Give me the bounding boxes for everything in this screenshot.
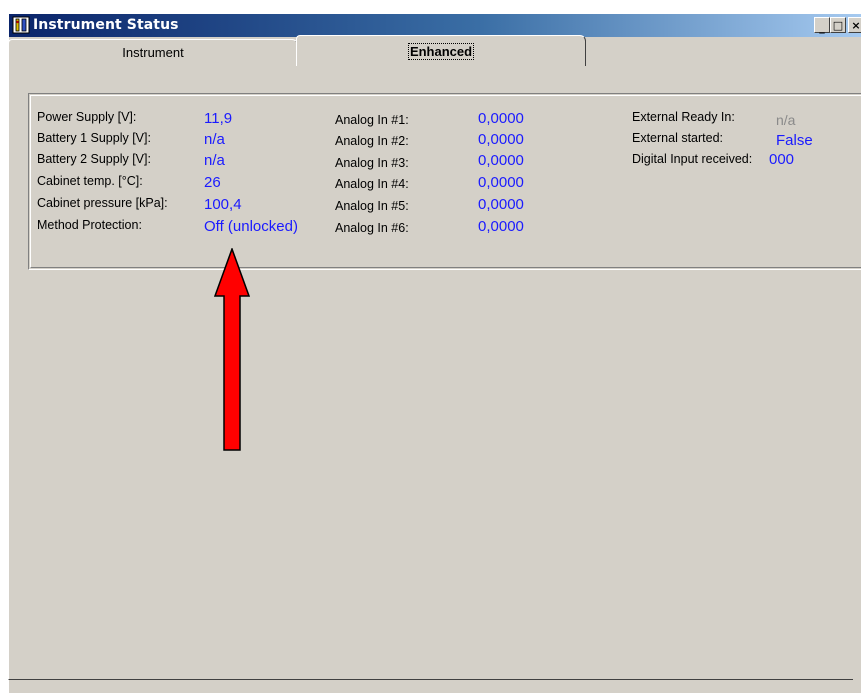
window-title: Instrument Status xyxy=(33,17,179,33)
analog-in-4-label: Analog In #4: xyxy=(335,177,409,191)
maximize-icon: □ xyxy=(832,18,844,32)
digital-input-label: Digital Input received: xyxy=(632,152,753,166)
external-ready-label: External Ready In: xyxy=(632,110,735,124)
status-panel xyxy=(28,93,861,270)
external-started-label: External started: xyxy=(632,131,724,145)
battery2-supply-value: n/a xyxy=(204,152,225,169)
cabinet-pressure-label: Cabinet pressure [kPa]: xyxy=(37,196,168,210)
battery2-supply-label: Battery 2 Supply [V]: xyxy=(37,152,151,166)
digital-input-value: 000 xyxy=(769,151,795,168)
red-up-arrow-annotation xyxy=(214,248,250,451)
instrument-app-icon xyxy=(12,16,30,34)
status-panel-inner xyxy=(30,95,861,268)
cabinet-pressure-value: 100,4 xyxy=(204,196,242,213)
battery1-supply-value: n/a xyxy=(204,131,225,148)
battery1-supply-label: Battery 1 Supply [V]: xyxy=(37,131,151,145)
power-supply-label: Power Supply [V]: xyxy=(37,110,137,124)
minimize-icon: _ xyxy=(819,20,825,34)
external-ready-value: n/a xyxy=(776,112,796,128)
method-protection-label: Method Protection: xyxy=(37,218,142,232)
close-icon: × xyxy=(851,18,861,32)
close-button[interactable]: × xyxy=(848,17,861,33)
analog-in-4-value: 0,0000 xyxy=(478,174,524,191)
analog-in-1-value: 0,0000 xyxy=(478,110,524,127)
analog-in-6-label: Analog In #6: xyxy=(335,221,409,235)
analog-in-3-label: Analog In #3: xyxy=(335,156,409,170)
method-protection-value: Off (unlocked) xyxy=(204,218,298,235)
external-started-value: False xyxy=(776,132,813,149)
analog-in-6-value: 0,0000 xyxy=(478,218,524,235)
analog-in-5-value: 0,0000 xyxy=(478,196,524,213)
tab-instrument[interactable]: Instrument xyxy=(8,39,298,64)
tab-instrument-label: Instrument xyxy=(122,45,184,60)
tab-enhanced[interactable]: Enhanced xyxy=(296,35,586,66)
power-supply-value: 11,9 xyxy=(204,110,233,127)
analog-in-2-value: 0,0000 xyxy=(478,131,524,148)
minimize-button[interactable]: _ xyxy=(814,17,830,33)
analog-in-1-label: Analog In #1: xyxy=(335,113,409,127)
cabinet-temp-label: Cabinet temp. [°C]: xyxy=(37,174,143,188)
cabinet-temp-value: 26 xyxy=(204,174,221,191)
title-bar[interactable]: Instrument Status _ □ × xyxy=(9,14,861,37)
analog-in-3-value: 0,0000 xyxy=(478,152,524,169)
analog-in-2-label: Analog In #2: xyxy=(335,134,409,148)
analog-in-5-label: Analog In #5: xyxy=(335,199,409,213)
maximize-button[interactable]: □ xyxy=(830,17,846,33)
tab-enhanced-label: Enhanced xyxy=(407,43,475,60)
